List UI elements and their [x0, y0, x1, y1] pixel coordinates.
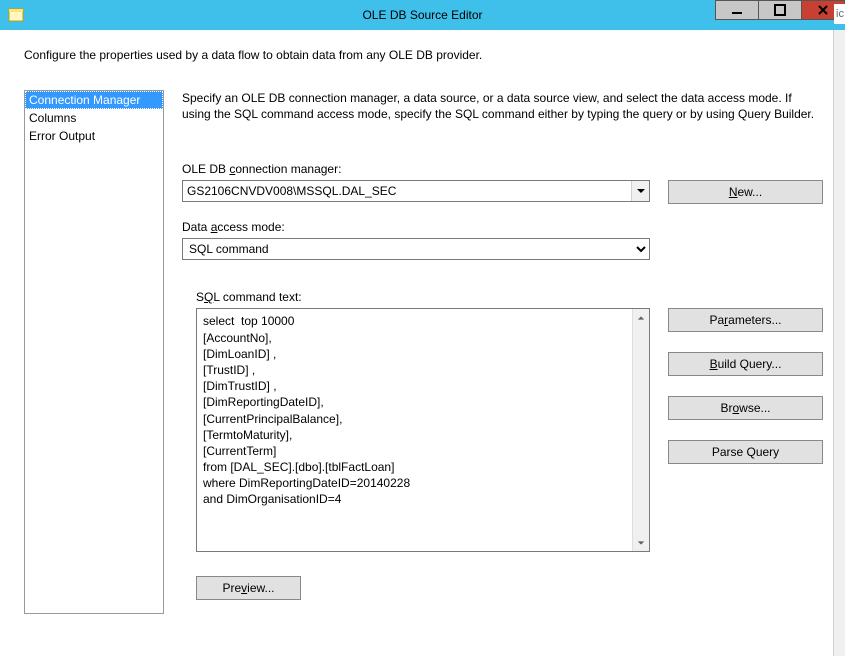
nav-item-error-output[interactable]: Error Output: [25, 127, 163, 145]
connection-manager-combo[interactable]: [182, 180, 650, 202]
connection-manager-input[interactable]: [183, 181, 631, 201]
right-edge-strip: [833, 30, 845, 656]
scroll-down-icon[interactable]: [633, 534, 649, 551]
intro-text: Configure the properties used by a data …: [24, 48, 823, 62]
app-icon: [8, 7, 24, 23]
sql-command-label: SQL command text:: [196, 290, 650, 304]
parse-query-button[interactable]: Parse Query: [668, 440, 823, 464]
titlebar: OLE DB Source Editor: [0, 0, 845, 30]
sql-command-area: SQL command text: Parameters...: [182, 290, 823, 552]
panel-description: Specify an OLE DB connection manager, a …: [182, 90, 823, 122]
window-title: OLE DB Source Editor: [362, 8, 482, 22]
nav-item-connection-manager[interactable]: Connection Manager: [25, 91, 163, 109]
minimize-button[interactable]: [715, 0, 759, 20]
textarea-scrollbar[interactable]: [632, 309, 649, 551]
window-buttons: [716, 0, 845, 20]
dropdown-arrow-icon[interactable]: [631, 181, 649, 201]
connection-manager-label: OLE DB connection manager:: [182, 162, 823, 176]
maximize-button[interactable]: [758, 0, 802, 20]
scroll-up-icon[interactable]: [633, 309, 649, 326]
sql-command-textarea[interactable]: [197, 309, 632, 551]
browse-button[interactable]: Browse...: [668, 396, 823, 420]
nav-item-columns[interactable]: Columns: [25, 109, 163, 127]
new-button[interactable]: New...: [668, 180, 823, 204]
data-access-mode-label: Data access mode:: [182, 220, 823, 234]
parameters-button[interactable]: Parameters...: [668, 308, 823, 332]
dialog-content: Configure the properties used by a data …: [0, 30, 833, 656]
main-panel: Specify an OLE DB connection manager, a …: [164, 90, 823, 600]
preview-button[interactable]: Preview...: [196, 576, 301, 600]
build-query-button[interactable]: Build Query...: [668, 352, 823, 376]
nav-panel: Connection Manager Columns Error Output: [24, 90, 164, 614]
data-access-mode-select[interactable]: SQL command: [182, 238, 650, 260]
